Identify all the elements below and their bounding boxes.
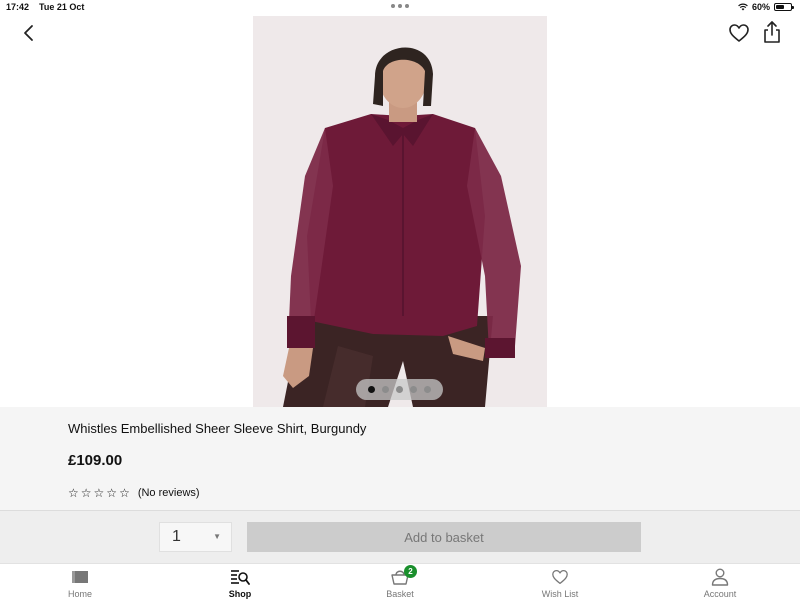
tab-wish-list[interactable]: Wish List — [480, 564, 640, 600]
product-info-panel: Whistles Embellished Sheer Sleeve Shirt,… — [0, 407, 800, 510]
star-icon: ☆ — [68, 486, 79, 500]
tab-account[interactable]: Account — [640, 564, 800, 600]
status-time: 17:42 — [6, 2, 30, 12]
image-carousel-dots[interactable] — [356, 379, 443, 400]
battery-percent: 60% — [751, 2, 770, 12]
tab-label: Home — [67, 589, 92, 599]
product-rating[interactable]: ☆ ☆ ☆ ☆ ☆ (No reviews) — [68, 487, 200, 499]
multitasking-dots-icon[interactable] — [391, 4, 409, 8]
battery-icon — [774, 3, 794, 11]
star-icon: ☆ — [119, 486, 130, 500]
tab-shop[interactable]: Shop — [160, 564, 320, 600]
tab-label: Account — [703, 589, 737, 599]
basket-count-badge: 2 — [404, 565, 417, 578]
wishlist-heart-button[interactable] — [728, 22, 750, 44]
status-date: Tue 21 Oct — [39, 2, 85, 12]
product-image[interactable] — [253, 16, 547, 407]
quantity-value: 1 — [172, 528, 181, 545]
carousel-dot[interactable] — [368, 386, 375, 393]
quantity-select[interactable]: 1 ▼ — [159, 522, 232, 552]
star-icon: ☆ — [93, 486, 105, 500]
home-icon — [72, 571, 88, 583]
account-icon — [711, 568, 729, 586]
heart-icon — [552, 569, 568, 585]
status-right: 60% — [738, 2, 794, 12]
star-icon: ☆ — [80, 486, 92, 500]
carousel-dot[interactable] — [382, 386, 389, 393]
star-icon: ☆ — [106, 486, 118, 500]
tab-label: Wish List — [541, 589, 579, 599]
product-title: Whistles Embellished Sheer Sleeve Shirt,… — [68, 421, 367, 436]
add-to-basket-button[interactable]: Add to basket — [247, 522, 641, 552]
tab-home[interactable]: Home — [0, 564, 160, 600]
carousel-dot[interactable] — [424, 386, 431, 393]
shop-search-icon — [231, 570, 250, 585]
back-button[interactable] — [18, 22, 40, 44]
tab-label: Shop — [228, 589, 252, 599]
status-left: 17:42 Tue 21 Oct — [6, 2, 84, 12]
tab-basket[interactable]: 2 Basket — [320, 564, 480, 600]
carousel-dot[interactable] — [396, 386, 403, 393]
tab-label: Basket — [386, 589, 414, 599]
bottom-tab-bar: Home Shop 2 Basket Wish List Account — [0, 563, 800, 600]
product-price: £109.00 — [68, 452, 123, 469]
carousel-dot[interactable] — [410, 386, 417, 393]
reviews-count: (No reviews) — [137, 487, 200, 499]
caret-down-icon: ▼ — [213, 532, 221, 541]
share-button[interactable] — [762, 20, 782, 44]
battery-level — [776, 5, 785, 9]
status-bar: 17:42 Tue 21 Oct 60% — [0, 0, 800, 14]
add-to-basket-bar: 1 ▼ Add to basket — [0, 510, 800, 563]
product-photo-illustration — [253, 16, 547, 407]
wifi-icon — [738, 3, 748, 11]
